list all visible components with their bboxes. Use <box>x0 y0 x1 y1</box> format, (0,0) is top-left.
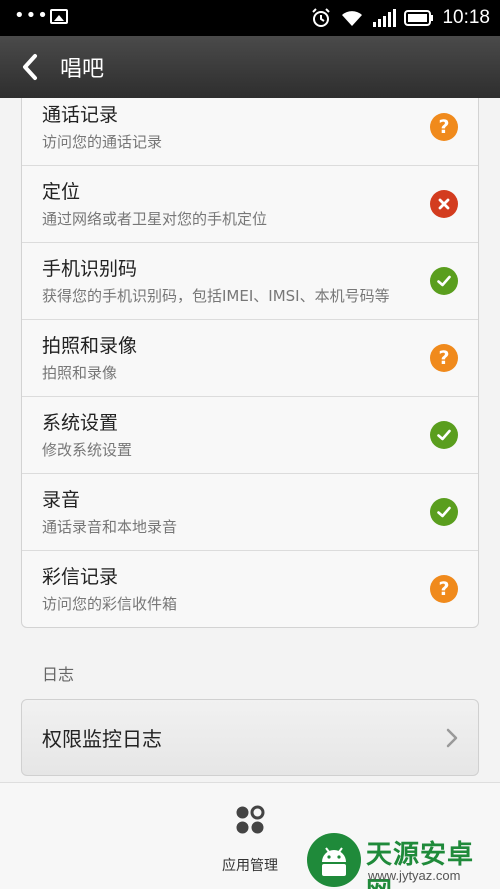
check-icon[interactable] <box>430 498 458 526</box>
battery-icon <box>404 10 434 26</box>
check-icon[interactable] <box>430 267 458 295</box>
cross-icon[interactable] <box>430 190 458 218</box>
permission-row[interactable]: 录音通话录音和本地录音 <box>22 474 478 551</box>
permission-description: 拍照和录像 <box>42 364 118 382</box>
permission-description: 访问您的彩信收件箱 <box>42 595 178 613</box>
app-management-label: 应用管理 <box>222 858 278 874</box>
permission-description: 通话录音和本地录音 <box>42 518 178 536</box>
permission-title: 定位 <box>42 181 81 203</box>
permission-title: 录音 <box>42 489 81 511</box>
watermark: 天源安卓网 www.jytyaz.com <box>300 828 500 889</box>
permission-title: 拍照和录像 <box>42 335 138 357</box>
permission-title: 彩信记录 <box>42 566 119 588</box>
permission-description: 通过网络或者卫星对您的手机定位 <box>42 210 268 228</box>
notification-dots: ••• <box>14 5 49 26</box>
back-button[interactable] <box>0 36 60 98</box>
page-title: 唱吧 <box>60 57 105 82</box>
title-bar: 唱吧 <box>0 36 500 98</box>
permission-row[interactable]: 系统设置修改系统设置 <box>22 397 478 474</box>
android-logo-icon <box>307 833 361 887</box>
chevron-left-icon <box>23 54 37 80</box>
question-icon[interactable]: ? <box>430 344 458 372</box>
app-management-button[interactable]: 应用管理 <box>210 805 290 875</box>
alarm-icon <box>312 8 331 27</box>
permission-log-button[interactable]: 权限监控日志 <box>21 699 479 776</box>
clock-time: 10:18 <box>442 7 490 28</box>
permission-row[interactable]: 彩信记录访问您的彩信收件箱? <box>22 551 478 627</box>
permission-title: 系统设置 <box>42 412 119 434</box>
watermark-url: www.jytyaz.com <box>368 868 461 883</box>
question-icon[interactable]: ? <box>430 113 458 141</box>
image-notification-icon <box>50 9 68 24</box>
permission-list: 通话记录 访问您的通话记录? 定位 通过网络或者卫星对您的手机定位 手机识别码 获得您的手… <box>21 98 479 628</box>
wifi-icon <box>342 11 363 26</box>
permission-description: 访问您的通话记录 <box>42 133 163 151</box>
content-scroll-area[interactable]: 通话记录 访问您的通话记录? 定位 通过网络或者卫星对您的手机定位 手机识别码 获得您的手… <box>0 98 500 782</box>
permission-description: 修改系统设置 <box>42 441 133 459</box>
signal-icon <box>373 9 397 27</box>
section-label-log: 日志 <box>42 665 75 684</box>
permission-row[interactable]: 定位通过网络或者卫星对您的手机定位 <box>22 166 478 243</box>
permission-description: 获得您的手机识别码，包括IMEI、IMSI、本机号码等 <box>42 287 390 305</box>
chevron-right-icon <box>446 728 458 748</box>
status-bar: ••• 10:18 <box>0 0 500 36</box>
permission-row[interactable]: 通话记录访问您的通话记录? <box>22 98 478 166</box>
permission-title: 通话记录 <box>42 104 119 126</box>
permission-log-label: 权限监控日志 <box>42 727 162 751</box>
check-icon[interactable] <box>430 421 458 449</box>
permission-title: 手机识别码 <box>42 258 138 280</box>
app-grid-icon <box>236 805 265 834</box>
permission-row[interactable]: 手机识别码获得您的手机识别码，包括IMEI、IMSI、本机号码等 <box>22 243 478 320</box>
permission-row[interactable]: 拍照和录像 拍照和录像? <box>22 320 478 397</box>
question-icon[interactable]: ? <box>430 575 458 603</box>
